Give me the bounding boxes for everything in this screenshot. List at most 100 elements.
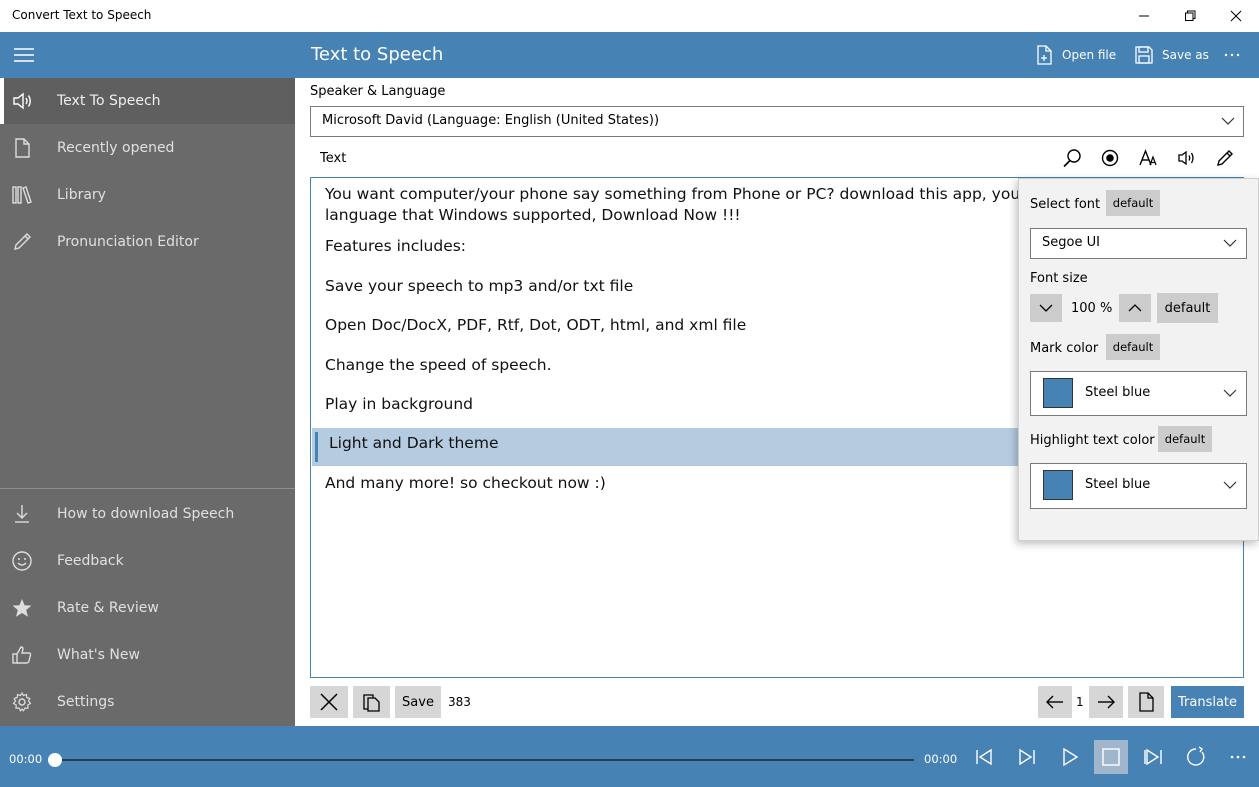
skip-next-icon (1019, 748, 1035, 766)
sidebar-item-label: Library (57, 187, 106, 203)
chevron-down-icon (1223, 389, 1237, 397)
hamburger-button[interactable] (0, 32, 48, 78)
sidebar-item-label: Feedback (57, 553, 124, 569)
font-select[interactable]: Segoe UI (1030, 228, 1247, 259)
highlight-color-select[interactable]: Steel blue (1030, 463, 1247, 509)
editor-line: Open Doc/DocX, PDF, Rtf, Dot, ODT, html,… (325, 316, 747, 334)
restore-icon (1185, 10, 1196, 21)
record-button[interactable] (1098, 146, 1122, 170)
play-selection-button[interactable] (1137, 740, 1171, 774)
save-button[interactable]: Save (395, 686, 441, 718)
player-more-button[interactable] (1221, 740, 1255, 774)
sidebar-item-whats-new[interactable]: What's New (0, 632, 295, 678)
smiley-icon (0, 550, 46, 572)
save-as-label: Save as (1162, 48, 1209, 62)
more-icon (1224, 53, 1240, 57)
highlight-color-label: Highlight text color (1030, 433, 1155, 448)
stop-icon (1102, 748, 1120, 766)
sidebar-item-rate-review[interactable]: Rate & Review (0, 585, 295, 631)
window-titlebar: Convert Text to Speech (0, 0, 1259, 32)
font-size-decrease-button[interactable] (1030, 294, 1062, 322)
previous-page-button[interactable] (1038, 686, 1072, 718)
skip-previous-button[interactable] (967, 740, 1001, 774)
close-window-button[interactable] (1213, 0, 1259, 32)
close-icon (1230, 10, 1242, 22)
gear-icon (0, 691, 46, 713)
highlight-default-button[interactable]: default (1158, 426, 1212, 452)
open-file-button[interactable]: Open file (1034, 32, 1116, 78)
repeat-button[interactable] (1179, 740, 1213, 774)
voice-button[interactable] (1175, 146, 1199, 170)
repeat-icon (1187, 746, 1205, 766)
seek-track[interactable] (55, 759, 914, 761)
next-page-button[interactable] (1089, 686, 1123, 718)
save-as-button[interactable]: Save as (1134, 32, 1209, 78)
select-font-label: Select font (1030, 197, 1101, 212)
page-number: 1 (1076, 695, 1084, 709)
translate-button[interactable]: Translate (1171, 686, 1244, 718)
close-icon (320, 693, 338, 711)
text-label: Text (320, 151, 347, 166)
arrow-left-icon (1046, 695, 1063, 709)
minimize-button[interactable] (1121, 0, 1167, 32)
play-selection-icon (1144, 748, 1162, 766)
search-icon (1063, 149, 1081, 168)
play-button[interactable] (1053, 740, 1087, 774)
font-settings-button[interactable] (1136, 146, 1160, 170)
play-icon (1063, 747, 1079, 767)
app-header: Text to Speech Open file Save as (0, 32, 1259, 78)
font-icon (1139, 149, 1157, 166)
font-size-default-button[interactable]: default (1157, 293, 1218, 323)
sidebar-item-recently-opened[interactable]: Recently opened (0, 125, 295, 171)
sidebar-item-text-to-speech[interactable]: Text To Speech (0, 78, 295, 124)
sidebar-item-how-to-download[interactable]: How to download Speech (0, 491, 295, 537)
window-title: Convert Text to Speech (12, 8, 152, 22)
stop-button[interactable] (1094, 740, 1128, 774)
sidebar-divider (0, 488, 295, 489)
star-icon (0, 597, 46, 619)
font-default-button[interactable]: default (1106, 190, 1160, 216)
sidebar-item-feedback[interactable]: Feedback (0, 538, 295, 584)
sidebar-item-settings[interactable]: Settings (0, 679, 295, 725)
sidebar-item-library[interactable]: Library (0, 172, 295, 218)
chevron-down-icon (1223, 239, 1237, 247)
highlight-color-value: Steel blue (1085, 477, 1151, 492)
new-page-button[interactable] (1128, 686, 1164, 718)
save-icon (1135, 46, 1153, 64)
chevron-up-icon (1128, 304, 1142, 312)
seek-thumb[interactable] (48, 753, 62, 767)
pencil-icon (0, 231, 46, 253)
editor-line: Save your speech to mp3 and/or txt file (325, 277, 634, 295)
editor-line: And many more! so checkout now :) (325, 474, 606, 492)
speaker-icon (0, 90, 46, 112)
speaker-icon (1178, 150, 1194, 166)
clear-button[interactable] (310, 686, 348, 718)
minimize-icon (1139, 15, 1149, 17)
copy-button[interactable] (353, 686, 390, 718)
edit-button[interactable] (1213, 146, 1237, 170)
download-icon (0, 503, 46, 525)
more-button[interactable] (1222, 32, 1242, 78)
restore-button[interactable] (1167, 0, 1213, 32)
chevron-down-icon (1221, 117, 1235, 125)
library-icon (0, 184, 46, 206)
current-time: 00:00 (9, 752, 43, 766)
editor-line: Features includes: (325, 237, 467, 255)
page-title: Text to Speech (311, 44, 444, 65)
font-size-increase-button[interactable] (1119, 294, 1151, 322)
search-button[interactable] (1060, 146, 1084, 170)
sidebar-item-label: Pronunciation Editor (57, 234, 199, 250)
font-size-value: 100 % (1071, 301, 1113, 316)
mark-color-default-button[interactable]: default (1106, 334, 1160, 360)
font-settings-flyout: Select font default Segoe UI Font size 1… (1018, 178, 1259, 541)
color-swatch (1043, 470, 1073, 500)
sidebar-item-label: How to download Speech (57, 506, 235, 522)
mark-color-select[interactable]: Steel blue (1030, 371, 1247, 416)
sidebar-item-label: Recently opened (57, 140, 175, 156)
color-swatch (1043, 378, 1073, 408)
skip-next-button[interactable] (1010, 740, 1044, 774)
copy-icon (362, 694, 380, 712)
total-time: 00:00 (924, 752, 958, 766)
speaker-select[interactable]: Microsoft David (Language: English (Unit… (310, 106, 1244, 137)
sidebar-item-pronunciation-editor[interactable]: Pronunciation Editor (0, 219, 295, 265)
